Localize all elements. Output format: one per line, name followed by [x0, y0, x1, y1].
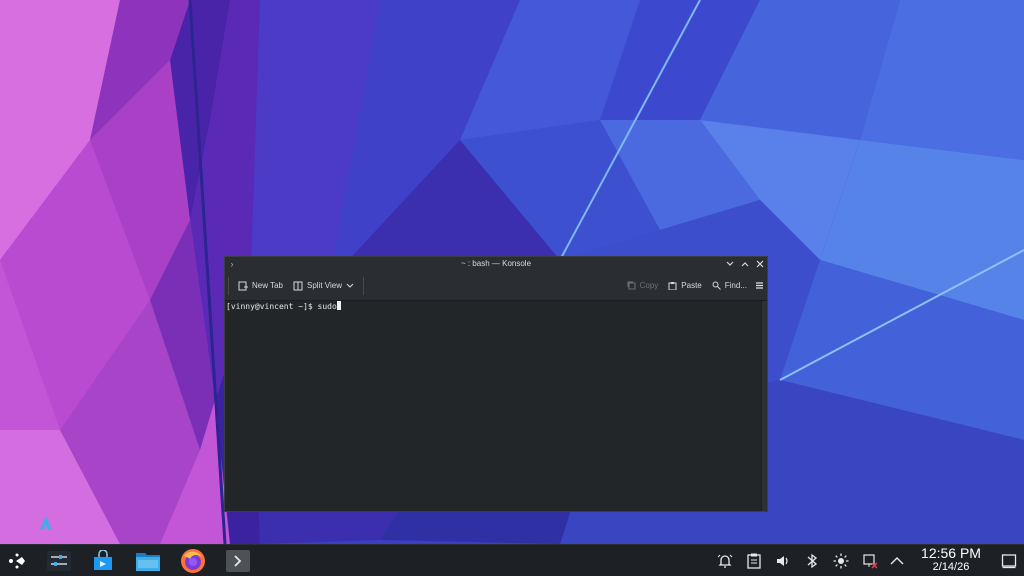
firefox-launcher[interactable]: [178, 545, 208, 576]
brightness-tray-button[interactable]: [830, 545, 852, 576]
search-icon: [712, 281, 721, 290]
new-tab-button[interactable]: New Tab: [233, 276, 288, 296]
find-button[interactable]: Find...: [707, 276, 752, 296]
dolphin-launcher[interactable]: [133, 545, 163, 576]
taskbar: 12:56 PM 2/14/26: [0, 544, 1024, 576]
split-view-label: Split View: [306, 281, 342, 290]
terminal-area[interactable]: [vinny@vincent ~]$ sudo: [225, 301, 761, 511]
digital-clock[interactable]: 12:56 PM 2/14/26: [914, 545, 988, 576]
chevron-up-icon: [890, 556, 904, 564]
minimize-button[interactable]: [724, 257, 735, 271]
folder-icon: [136, 552, 160, 571]
konsole-launcher[interactable]: [224, 545, 252, 576]
system-settings-launcher[interactable]: [44, 545, 74, 576]
new-tab-icon: [238, 281, 248, 290]
terminal-input: sudo: [317, 302, 337, 311]
discover-launcher[interactable]: [88, 545, 118, 576]
hamburger-menu-icon: [756, 282, 763, 289]
split-view-button[interactable]: Split View: [288, 276, 359, 296]
application-launcher[interactable]: [2, 545, 32, 576]
copy-button[interactable]: Copy: [622, 276, 664, 296]
network-tray-button[interactable]: [859, 545, 881, 576]
terminal-prompt: [vinny@vincent ~]$: [226, 302, 318, 311]
show-desktop-icon: [1001, 553, 1017, 568]
bell-icon: [717, 554, 733, 568]
hamburger-menu-button[interactable]: [752, 276, 767, 296]
bluetooth-tray-button[interactable]: [801, 545, 823, 576]
copy-label: Copy: [639, 281, 659, 290]
chevron-up-icon: [741, 262, 748, 267]
window-titlebar[interactable]: › ~ : bash — Konsole: [225, 257, 767, 271]
paste-label: Paste: [681, 281, 702, 290]
speaker-icon: [777, 555, 788, 566]
close-icon: [756, 260, 763, 268]
terminal-scrollbar[interactable]: [761, 301, 767, 511]
konsole-toolbar: New Tab Split View Copy Paste Find...: [225, 271, 767, 301]
notifications-tray-button[interactable]: [714, 545, 736, 576]
settings-sliders-icon: [47, 550, 71, 571]
terminal-cursor: [336, 301, 341, 310]
terminal-icon: [226, 549, 250, 572]
chevron-down-icon: [346, 283, 354, 288]
brightness-icon: [833, 553, 849, 568]
steamdeck-launcher-icon: [9, 553, 25, 568]
konsole-window[interactable]: › ~ : bash — Konsole New Tab Split View: [224, 256, 768, 512]
clipboard-tray-button[interactable]: [743, 545, 765, 576]
network-disconnected-icon: [863, 553, 878, 569]
show-desktop-button[interactable]: [998, 545, 1020, 576]
chevron-down-icon: [726, 261, 733, 266]
paste-button[interactable]: Paste: [663, 276, 706, 296]
split-view-icon: [293, 281, 303, 290]
close-button[interactable]: [754, 257, 765, 271]
volume-tray-button[interactable]: [772, 545, 794, 576]
window-menu-icon[interactable]: ›: [227, 259, 237, 269]
window-title: ~ : bash — Konsole: [460, 259, 532, 268]
new-tab-label: New Tab: [252, 281, 283, 290]
shopping-bag-icon: [94, 549, 112, 570]
copy-icon: [627, 281, 636, 290]
maximize-button[interactable]: [739, 257, 750, 271]
clock-date: 2/14/26: [932, 561, 970, 573]
show-hidden-icons-button[interactable]: [886, 545, 908, 576]
clipboard-icon: [747, 553, 761, 569]
paste-icon: [668, 282, 677, 290]
bluetooth-icon: [807, 553, 818, 568]
firefox-icon: [181, 548, 205, 573]
find-label: Find...: [724, 281, 747, 290]
clock-time: 12:56 PM: [921, 545, 981, 561]
